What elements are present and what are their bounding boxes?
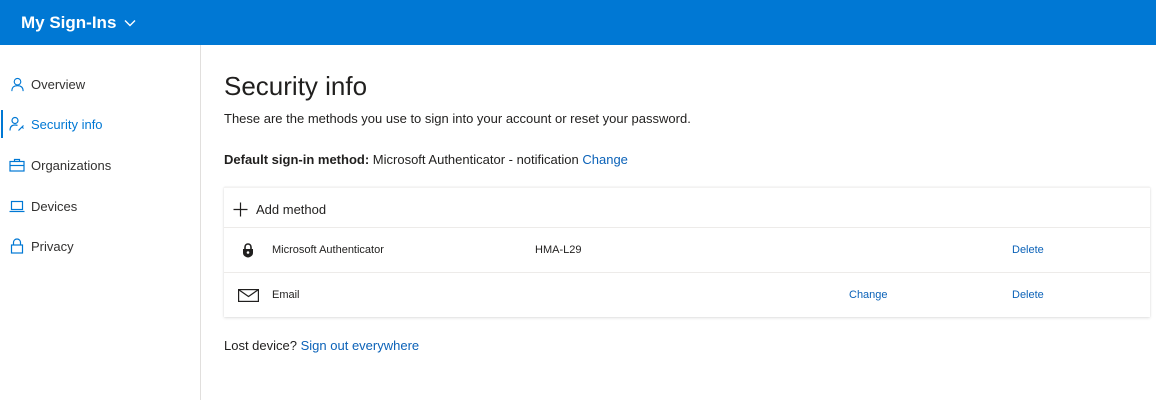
sign-out-everywhere-link[interactable]: Sign out everywhere [301,338,420,353]
plus-icon [233,202,248,216]
delete-authenticator-link[interactable]: Delete [1012,244,1044,256]
change-default-method-link[interactable]: Change [582,152,628,167]
sidebar-item-label: Privacy [31,238,74,254]
lost-device-line: Lost device? Sign out everywhere [224,338,419,353]
method-row-email: Email Change Delete [224,272,1150,317]
method-detail: HMA-L29 [535,244,582,256]
add-method-button[interactable]: Add method [233,198,326,220]
chevron-down-icon [124,19,136,26]
delete-email-link[interactable]: Delete [1012,289,1044,301]
default-method-label: Default sign-in method: [224,152,370,167]
default-method-value: Microsoft Authenticator - notification [372,152,579,167]
lost-device-text: Lost device? [224,338,297,353]
sidebar-item-organizations[interactable]: Organizations [0,150,200,180]
briefcase-icon [9,157,25,173]
person-icon [9,76,25,92]
methods-card: Add method Microsoft Authenticator HMA-L… [224,187,1150,317]
laptop-icon [9,198,25,214]
sidebar-item-privacy[interactable]: Privacy [0,231,200,261]
page-description: These are the methods you use to sign in… [224,111,691,126]
method-name: Email [272,289,300,301]
sidebar-item-label: Security info [31,116,103,132]
change-email-link[interactable]: Change [849,289,888,301]
sidebar-item-label: Organizations [31,157,112,173]
sidebar-item-label: Devices [31,198,78,214]
sidebar-item-security-info[interactable]: Security info [0,109,200,139]
app-switcher[interactable]: My Sign-Ins [21,13,136,33]
sidebar-item-label: Overview [31,76,86,92]
method-name: Microsoft Authenticator [272,244,384,256]
sidebar-item-devices[interactable]: Devices [0,191,200,221]
sidebar: Overview Security info Organizations Dev… [0,45,201,400]
method-row-authenticator: Microsoft Authenticator HMA-L29 Delete [224,227,1150,272]
app-title: My Sign-Ins [21,12,117,32]
page-title: Security info [224,71,368,101]
sidebar-item-overview[interactable]: Overview [0,69,200,99]
envelope-icon [237,286,259,304]
person-key-icon [9,116,25,132]
top-bar: My Sign-Ins [0,0,1156,45]
authenticator-lock-icon [237,241,259,259]
add-method-label: Add method [256,201,327,217]
default-sign-in-method: Default sign-in method: Microsoft Authen… [224,152,628,167]
lock-icon [9,238,25,254]
